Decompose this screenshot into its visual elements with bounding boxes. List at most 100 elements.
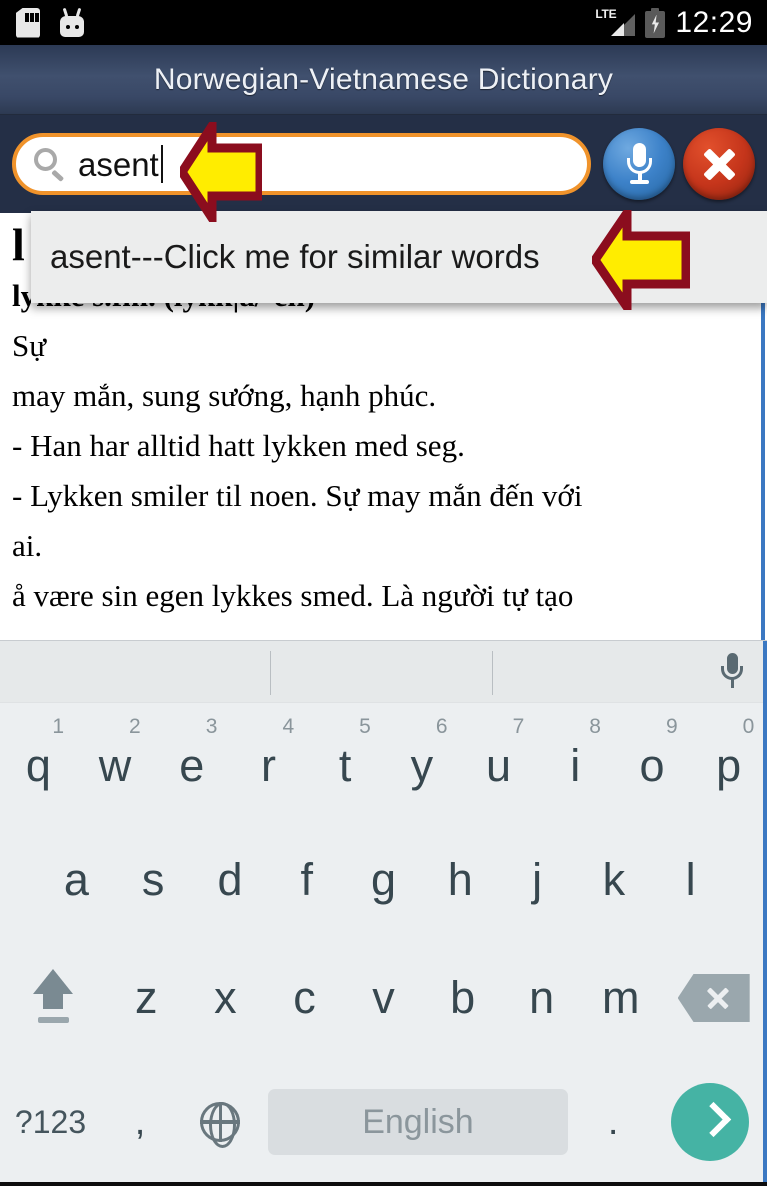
key-v[interactable]: v [344, 939, 423, 1057]
key-label: e [179, 740, 205, 791]
magnifier-icon [32, 147, 66, 182]
shift-key[interactable] [0, 939, 107, 1057]
key-number: 0 [742, 715, 755, 738]
key-s[interactable]: s [115, 821, 192, 939]
key-l[interactable]: l [652, 821, 729, 939]
status-bar-right-icons: LTE 12:29 [595, 5, 767, 39]
status-bar-clock: 12:29 [675, 5, 753, 39]
key-label: p [716, 740, 742, 791]
suggestion-item-similar-words[interactable]: asent---Click me for similar words [31, 238, 540, 276]
key-g[interactable]: g [345, 821, 422, 939]
comma-key[interactable]: , [101, 1057, 179, 1186]
key-n[interactable]: n [502, 939, 581, 1057]
backspace-icon [677, 974, 750, 1022]
key-o[interactable]: 9o [614, 703, 691, 821]
key-q[interactable]: 1q [0, 703, 77, 821]
key-number: 5 [359, 715, 371, 738]
key-w[interactable]: 2w [77, 703, 154, 821]
key-number: 2 [129, 715, 141, 738]
on-screen-keyboard: 1q 2w 3e 4r 5t 6y 7u 8i 9o 0p a s d f g … [0, 640, 767, 1186]
entry-line: Sự [12, 328, 47, 363]
search-input[interactable]: asent [12, 133, 591, 195]
entry-line: å være sin egen lykkes smed. Là người tự… [12, 578, 574, 613]
key-t[interactable]: 5t [307, 703, 384, 821]
key-m[interactable]: m [581, 939, 660, 1057]
enter-key[interactable] [652, 1057, 767, 1186]
key-b[interactable]: b [423, 939, 502, 1057]
arrow-pointing-at-suggestion [592, 210, 690, 310]
close-x-icon [699, 144, 739, 184]
space-key[interactable]: English [262, 1057, 574, 1186]
lte-signal-icon: LTE [595, 8, 636, 38]
key-number: 4 [282, 715, 295, 738]
key-j[interactable]: j [499, 821, 576, 939]
key-label: q [25, 740, 51, 791]
entry-line: - Lykken smiler til noen. Sự may mắn đến… [12, 478, 583, 513]
key-u[interactable]: 7u [460, 703, 537, 821]
phone-screen: LTE 12:29 Norwegian-Vietnamese Dictionar… [0, 0, 767, 1186]
key-label: w [98, 740, 132, 791]
entry-line: may mắn, sung sướng, hạnh phúc. [12, 378, 437, 413]
keyboard-right-edge [763, 641, 767, 1186]
key-c[interactable]: c [265, 939, 344, 1057]
key-d[interactable]: d [192, 821, 269, 939]
key-e[interactable]: 3e [153, 703, 230, 821]
search-input-value: asent [78, 145, 159, 183]
navigation-bar [0, 1182, 767, 1186]
key-number: 6 [435, 715, 448, 738]
strip-divider [270, 651, 271, 695]
key-h[interactable]: h [422, 821, 499, 939]
backspace-key[interactable] [660, 939, 767, 1057]
globe-icon [199, 1101, 241, 1148]
entry-line: ai. [12, 528, 43, 563]
shift-icon [24, 967, 82, 1029]
key-number: 7 [512, 715, 525, 738]
keyboard-row-2: a s d f g h j k l [0, 821, 767, 939]
key-z[interactable]: z [107, 939, 186, 1057]
microphone-icon[interactable] [719, 653, 745, 693]
key-label: u [486, 740, 512, 791]
space-key-label: English [267, 1089, 569, 1155]
search-toolbar: asent [0, 115, 767, 213]
enter-button[interactable] [670, 1083, 749, 1161]
key-x[interactable]: x [186, 939, 265, 1057]
status-bar-left-icons [0, 7, 86, 38]
key-p[interactable]: 0p [690, 703, 767, 821]
key-label: t [338, 740, 352, 791]
key-label: o [639, 740, 665, 791]
key-label: y [410, 740, 434, 791]
key-f[interactable]: f [268, 821, 345, 939]
key-a[interactable]: a [38, 821, 115, 939]
android-robot-icon [58, 7, 86, 38]
chevron-right-icon [699, 1104, 721, 1140]
arrow-pointing-at-search-text [180, 122, 262, 222]
key-y[interactable]: 6y [384, 703, 461, 821]
language-switch-key[interactable] [179, 1057, 262, 1186]
text-cursor [160, 145, 163, 183]
key-label: i [570, 740, 581, 791]
page-title: Norwegian-Vietnamese Dictionary [153, 62, 614, 96]
keyboard-row-4: ?123 , English . [0, 1057, 767, 1186]
keyboard-suggestion-strip[interactable] [0, 641, 767, 703]
key-number: 3 [205, 715, 218, 738]
key-label: r [260, 740, 276, 791]
battery-charging-icon [645, 7, 666, 38]
key-k[interactable]: k [575, 821, 652, 939]
microphone-icon [624, 143, 654, 185]
sd-card-icon [16, 7, 40, 38]
key-number: 1 [52, 715, 65, 738]
key-number: 9 [665, 715, 678, 738]
entry-line: - Han har alltid hatt lykken med seg. [12, 428, 465, 463]
keyboard-row-3: z x c v b n m [0, 939, 767, 1057]
app-title-bar: Norwegian-Vietnamese Dictionary [0, 45, 767, 115]
period-key[interactable]: . [574, 1057, 652, 1186]
keyboard-row-1: 1q 2w 3e 4r 5t 6y 7u 8i 9o 0p [0, 703, 767, 821]
key-i[interactable]: 8i [537, 703, 614, 821]
clear-close-button[interactable] [683, 128, 755, 200]
voice-search-button[interactable] [603, 128, 675, 200]
status-bar: LTE 12:29 [0, 0, 767, 45]
key-number: 8 [589, 715, 601, 738]
symbols-key[interactable]: ?123 [0, 1057, 101, 1186]
strip-divider [492, 651, 493, 695]
key-r[interactable]: 4r [230, 703, 307, 821]
